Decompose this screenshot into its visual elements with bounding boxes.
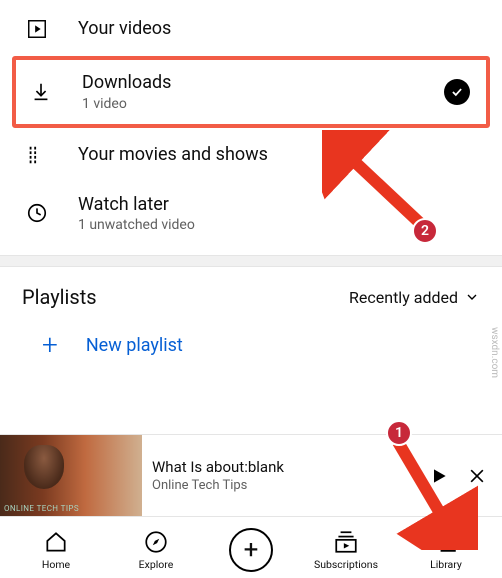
sort-label: Recently added xyxy=(349,288,458,307)
library-icon xyxy=(433,528,459,556)
thumb-label: ONLINE TECH TIPS xyxy=(4,504,79,513)
section-divider xyxy=(0,255,502,267)
play-square-icon xyxy=(22,18,52,40)
nav-label: Home xyxy=(42,558,70,571)
plus-circle-icon: + xyxy=(229,528,273,572)
row-subtitle: 1 unwatched video xyxy=(78,217,480,233)
nav-label: Explore xyxy=(139,558,174,571)
nav-label: Subscriptions xyxy=(314,558,378,571)
library-item-watch-later[interactable]: Watch later 1 unwatched video xyxy=(0,180,502,248)
plus-icon: + xyxy=(42,331,58,359)
nav-explore[interactable]: Explore xyxy=(121,528,191,571)
playlists-heading: Playlists xyxy=(22,285,97,309)
nav-subscriptions[interactable]: Subscriptions xyxy=(311,528,381,571)
nav-library[interactable]: Library xyxy=(411,528,481,571)
library-item-your-videos[interactable]: Your videos xyxy=(0,4,502,54)
row-title: Your movies and shows xyxy=(78,144,480,166)
mini-player-play-button[interactable] xyxy=(420,466,458,486)
mini-player-thumbnail[interactable]: ONLINE TECH TIPS xyxy=(0,435,142,517)
mini-player-title: What Is about:blank xyxy=(152,458,410,476)
library-list: Your videos Downloads 1 video Your movie… xyxy=(0,0,502,247)
row-subtitle: 1 video xyxy=(82,96,418,112)
row-title: Downloads xyxy=(82,72,418,94)
mini-player[interactable]: ONLINE TECH TIPS What Is about:blank Onl… xyxy=(0,434,502,516)
mini-player-close-button[interactable] xyxy=(458,466,496,486)
chevron-down-icon xyxy=(464,289,480,305)
mini-player-info: What Is about:blank Online Tech Tips xyxy=(142,458,420,493)
nav-label: Library xyxy=(430,558,462,571)
watermark: wsxdn.com xyxy=(489,327,500,378)
nav-create[interactable]: + xyxy=(221,528,281,572)
library-item-movies[interactable]: Your movies and shows xyxy=(0,130,502,180)
check-badge-icon xyxy=(444,79,470,105)
row-title: Watch later xyxy=(78,194,480,216)
playlists-header: Playlists Recently added xyxy=(0,267,502,317)
row-title: Your videos xyxy=(78,18,480,40)
new-playlist-label: New playlist xyxy=(86,335,183,356)
new-playlist-button[interactable]: + New playlist xyxy=(0,317,502,373)
mini-player-channel: Online Tech Tips xyxy=(152,478,410,493)
home-icon xyxy=(43,528,69,556)
download-icon xyxy=(26,81,56,103)
compass-icon xyxy=(143,528,169,556)
film-icon xyxy=(22,144,52,166)
subscriptions-icon xyxy=(333,528,359,556)
library-item-downloads[interactable]: Downloads 1 video xyxy=(12,56,490,128)
clock-icon xyxy=(22,202,52,224)
playlists-sort-button[interactable]: Recently added xyxy=(349,288,480,307)
nav-home[interactable]: Home xyxy=(21,528,91,571)
bottom-nav: Home Explore + Subscriptions Library xyxy=(0,516,502,578)
